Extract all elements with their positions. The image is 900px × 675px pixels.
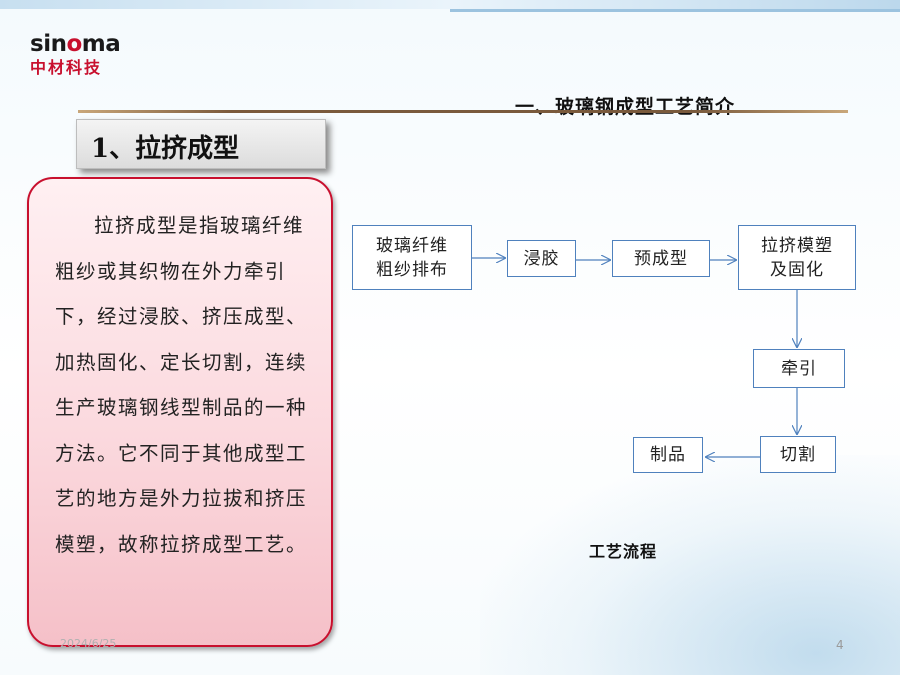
description-card: 拉挤成型是指玻璃纤维粗纱或其织物在外力牵引下，经过浸胶、挤压成型、加热固化、定长… [27, 177, 333, 647]
logo-chinese-name: 中材科技 [30, 58, 103, 77]
flow-node-cutting: 切割 [760, 436, 836, 473]
sinoma-logo: sinoma 中材科技 [30, 32, 130, 78]
flow-node-fiber-arrangement: 玻璃纤维 粗纱排布 [352, 225, 472, 290]
heading-box: 1、拉挤成型 [76, 119, 326, 169]
top-banner [0, 0, 900, 9]
flow-node-preforming: 预成型 [612, 240, 710, 277]
flow-node-pultrusion-molding: 拉挤模塑 及固化 [738, 225, 856, 290]
description-text: 拉挤成型是指玻璃纤维粗纱或其织物在外力牵引下，经过浸胶、挤压成型、加热固化、定长… [55, 214, 308, 556]
top-banner-accent [450, 9, 900, 12]
logo-wordmark: sinoma [30, 31, 121, 57]
flow-node-impregnation: 浸胶 [507, 240, 576, 277]
title-underline [78, 110, 848, 113]
flow-node-product: 制品 [633, 437, 703, 473]
process-flow-diagram: 玻璃纤维 粗纱排布 浸胶 预成型 拉挤模塑 及固化 牵引 切割 制品 [340, 215, 870, 485]
page-heading: 1、拉挤成型 [91, 134, 240, 164]
flow-node-pulling: 牵引 [753, 349, 845, 388]
page-number: 4 [836, 638, 844, 652]
section-title: 一、玻璃钢成型工艺简介 [515, 96, 736, 118]
flow-caption: 工艺流程 [589, 542, 658, 561]
footer-date: 2024/6/25 [60, 637, 117, 650]
